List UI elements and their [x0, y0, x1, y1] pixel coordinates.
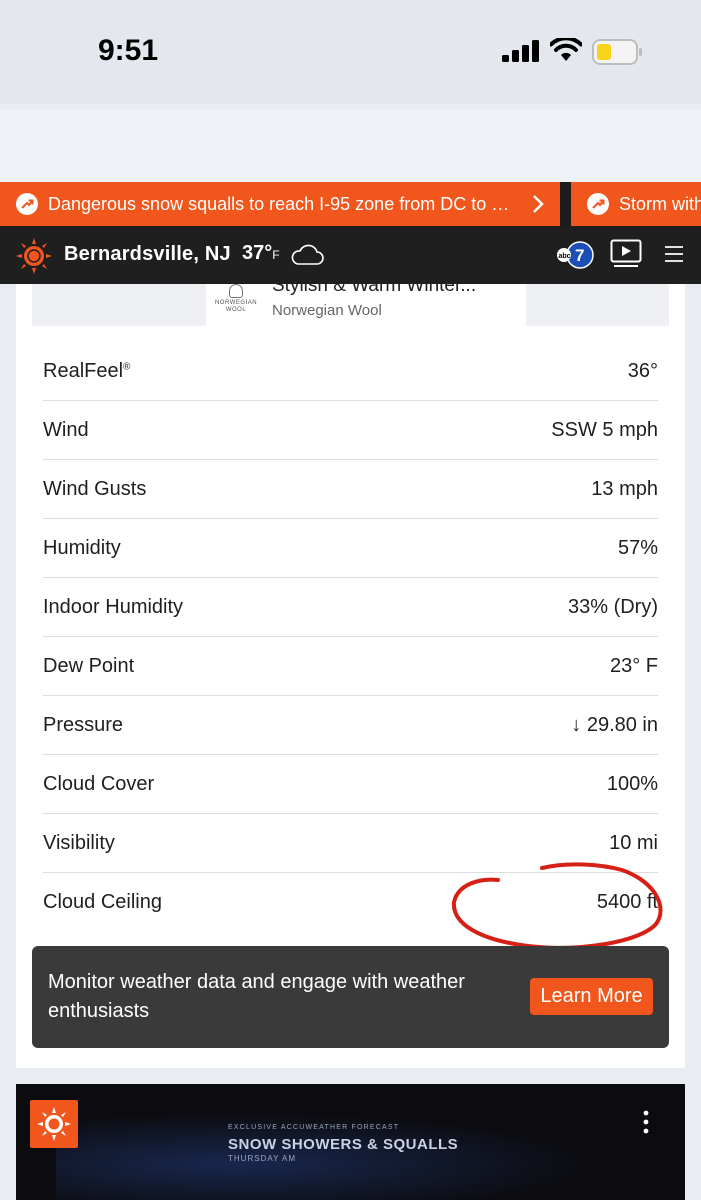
- svg-text:7: 7: [575, 246, 584, 265]
- wifi-icon: [550, 38, 582, 61]
- detail-row-humidity: Humidity 57%: [43, 519, 658, 578]
- cloud-icon: [291, 244, 324, 265]
- ad-logo: NORWEGIAN WOOL: [210, 284, 262, 314]
- ad-logo-text: NORWEGIAN WOOL: [214, 300, 258, 313]
- detail-label: Indoor Humidity: [43, 595, 184, 618]
- detail-row-cloud-cover: Cloud Cover 100%: [43, 755, 658, 814]
- cta-message: Monitor weather data and engage with wea…: [48, 971, 465, 1022]
- detail-value: 10 mi: [609, 831, 658, 854]
- detail-row-wind: Wind SSW 5 mph: [43, 401, 658, 460]
- detail-value: 13 mph: [591, 477, 658, 500]
- detail-value: 36°: [627, 359, 658, 382]
- detail-value: 100%: [606, 772, 658, 795]
- ticker-headline: Dangerous snow squalls to reach I-95 zon…: [48, 193, 518, 214]
- detail-label: Humidity: [43, 536, 121, 559]
- detail-value: 57%: [617, 536, 658, 559]
- detail-row-wind-gusts: Wind Gusts 13 mph: [43, 460, 658, 519]
- learn-more-button[interactable]: Learn More: [530, 978, 653, 1015]
- details-list: RealFeel® 36° Wind SSW 5 mph Wind Gusts …: [43, 342, 658, 932]
- detail-label: Cloud Ceiling: [43, 891, 162, 913]
- video-icon[interactable]: [610, 239, 642, 269]
- accuweather-logo-icon: [30, 1100, 78, 1148]
- location-name[interactable]: Bernardsville, NJ: [64, 243, 231, 266]
- ad-content[interactable]: NORWEGIAN WOOL Stylish & Warm Winter... …: [206, 284, 526, 326]
- ad-title: Stylish & Warm Winter...: [272, 284, 477, 296]
- svg-text:abc: abc: [559, 253, 571, 260]
- more-vertical-icon[interactable]: [642, 1110, 650, 1134]
- ticker-item[interactable]: Dangerous snow squalls to reach I-95 zon…: [0, 182, 560, 226]
- community-cta-banner: Monitor weather data and engage with wea…: [32, 946, 669, 1048]
- battery-icon: [592, 39, 642, 65]
- ticker-item[interactable]: Storm with: [571, 182, 701, 226]
- detail-value: 33% (Dry): [567, 595, 658, 618]
- sun-logo-icon[interactable]: [16, 238, 52, 274]
- ticker-headline: Storm with: [619, 193, 701, 214]
- realfeel-label: RealFeel: [43, 359, 124, 382]
- video-kicker: EXCLUSIVE ACCUWEATHER FORECAST: [228, 1124, 400, 1131]
- detail-label: Cloud Cover: [43, 772, 155, 795]
- red-circle-annotation: [451, 862, 663, 950]
- detail-label: RealFeel®: [43, 360, 130, 383]
- ad-logo-mark: [229, 284, 243, 298]
- temperature-unit: F: [272, 248, 280, 262]
- trending-arrow-icon: [587, 193, 609, 215]
- current-temperature: 37°F: [242, 242, 280, 265]
- detail-value: 23° F: [609, 654, 658, 677]
- detail-row-pressure: Pressure ↓ 29.80 in: [43, 696, 658, 755]
- detail-label: Dew Point: [43, 654, 135, 677]
- trending-arrow-icon: [16, 193, 38, 215]
- video-headline: SNOW SHOWERS & SQUALLS: [228, 1136, 459, 1153]
- chevron-right-icon: [533, 195, 544, 213]
- menu-icon[interactable]: [664, 245, 684, 263]
- registered-mark: ®: [123, 360, 131, 372]
- detail-label: Wind Gusts: [43, 477, 147, 500]
- status-bar: 9:51: [0, 0, 701, 104]
- browser-bar: [0, 110, 701, 182]
- detail-value: SSW 5 mph: [551, 418, 658, 441]
- detail-label: Visibility: [43, 831, 115, 854]
- status-time: 9:51: [98, 34, 159, 67]
- detail-value: ↓ 29.80 in: [571, 713, 658, 736]
- ad-banner[interactable]: NORWEGIAN WOOL Stylish & Warm Winter... …: [32, 284, 669, 326]
- detail-row-indoor-humidity: Indoor Humidity 33% (Dry): [43, 578, 658, 637]
- detail-row-realfeel: RealFeel® 36°: [43, 342, 658, 401]
- app-header: Bernardsville, NJ 37°F 7 abc: [0, 226, 701, 284]
- detail-label: Wind: [43, 418, 89, 441]
- ad-brand: Norwegian Wool: [272, 302, 382, 319]
- detail-label: Pressure: [43, 713, 124, 736]
- detail-row-dew-point: Dew Point 23° F: [43, 637, 658, 696]
- signal-icon: [502, 40, 539, 62]
- current-conditions-card: NORWEGIAN WOOL Stylish & Warm Winter... …: [16, 284, 685, 1068]
- video-subhead: THURSDAY AM: [228, 1154, 297, 1163]
- temperature-value: 37°: [242, 242, 273, 264]
- news-ticker: Dangerous snow squalls to reach I-95 zon…: [0, 182, 701, 226]
- forecast-video[interactable]: EXCLUSIVE ACCUWEATHER FORECAST SNOW SHOW…: [16, 1084, 685, 1200]
- abc7-logo[interactable]: 7 abc: [556, 240, 594, 270]
